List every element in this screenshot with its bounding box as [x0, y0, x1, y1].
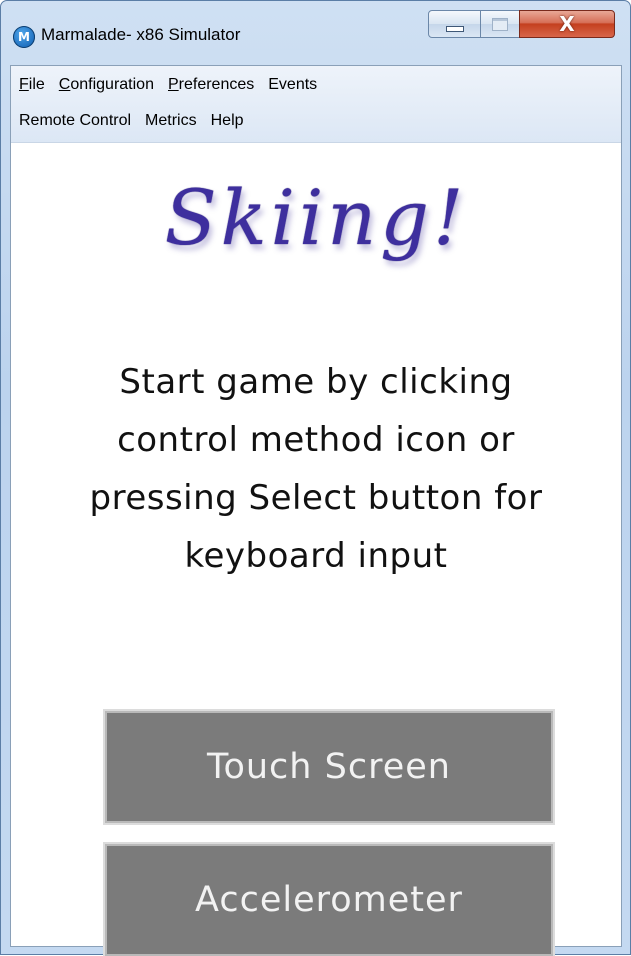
menu-events[interactable]: Events	[263, 72, 326, 102]
menu-row-2: Remote Control Metrics Help	[11, 108, 253, 138]
menu-bar: File Configuration Preferences Events Re…	[11, 66, 621, 143]
maximize-button[interactable]	[480, 10, 520, 38]
menu-preferences-label: references	[178, 76, 255, 93]
window-title: Marmalade- x86 Simulator	[41, 25, 241, 44]
menu-help[interactable]: Help	[206, 108, 253, 138]
close-icon: X	[559, 12, 575, 36]
touch-screen-button[interactable]: Touch Screen	[103, 709, 555, 825]
menu-remote-control[interactable]: Remote Control	[11, 108, 140, 138]
menu-file-label: ile	[28, 76, 45, 93]
menu-row-1: File Configuration Preferences Events	[11, 72, 326, 102]
menu-configuration[interactable]: Configuration	[54, 72, 163, 102]
menu-remote-control-label: Remote Control	[19, 112, 132, 129]
simulator-window: M Marmalade- x86 Simulator X File Config…	[0, 0, 631, 956]
title-bar[interactable]: M Marmalade- x86 Simulator X	[1, 1, 630, 65]
menu-configuration-mnemonic: C	[58, 76, 71, 93]
maximize-icon	[492, 17, 508, 31]
menu-file-mnemonic: F	[19, 76, 29, 93]
minimize-icon	[445, 26, 464, 32]
menu-events-label: Events	[268, 76, 318, 93]
menu-preferences-mnemonic: P	[167, 76, 179, 93]
game-logo: Skiing!	[164, 173, 468, 262]
game-screen: Skiing! Start game by clicking control m…	[11, 143, 621, 956]
menu-file[interactable]: File	[11, 72, 54, 102]
menu-configuration-label: onfiguration	[70, 76, 154, 93]
menu-help-label: Help	[210, 112, 244, 129]
client-area: File Configuration Preferences Events Re…	[10, 65, 622, 956]
app-icon-letter: M	[18, 30, 30, 44]
accelerometer-button[interactable]: Accelerometer	[103, 842, 555, 956]
instructions-line: pressing Select button for	[89, 478, 543, 518]
close-button[interactable]: X	[519, 10, 615, 38]
instructions-text: Start game by clicking control method ic…	[31, 353, 601, 585]
menu-metrics[interactable]: Metrics	[140, 108, 206, 138]
instructions-line: control method icon or	[117, 420, 515, 460]
instructions-line: keyboard input	[184, 536, 448, 576]
instructions-line: Start game by clicking	[119, 362, 513, 402]
minimize-button[interactable]	[428, 10, 481, 38]
menu-preferences[interactable]: Preferences	[163, 72, 263, 102]
marmalade-app-icon[interactable]: M	[13, 26, 35, 48]
menu-metrics-label: Metrics	[145, 112, 197, 129]
